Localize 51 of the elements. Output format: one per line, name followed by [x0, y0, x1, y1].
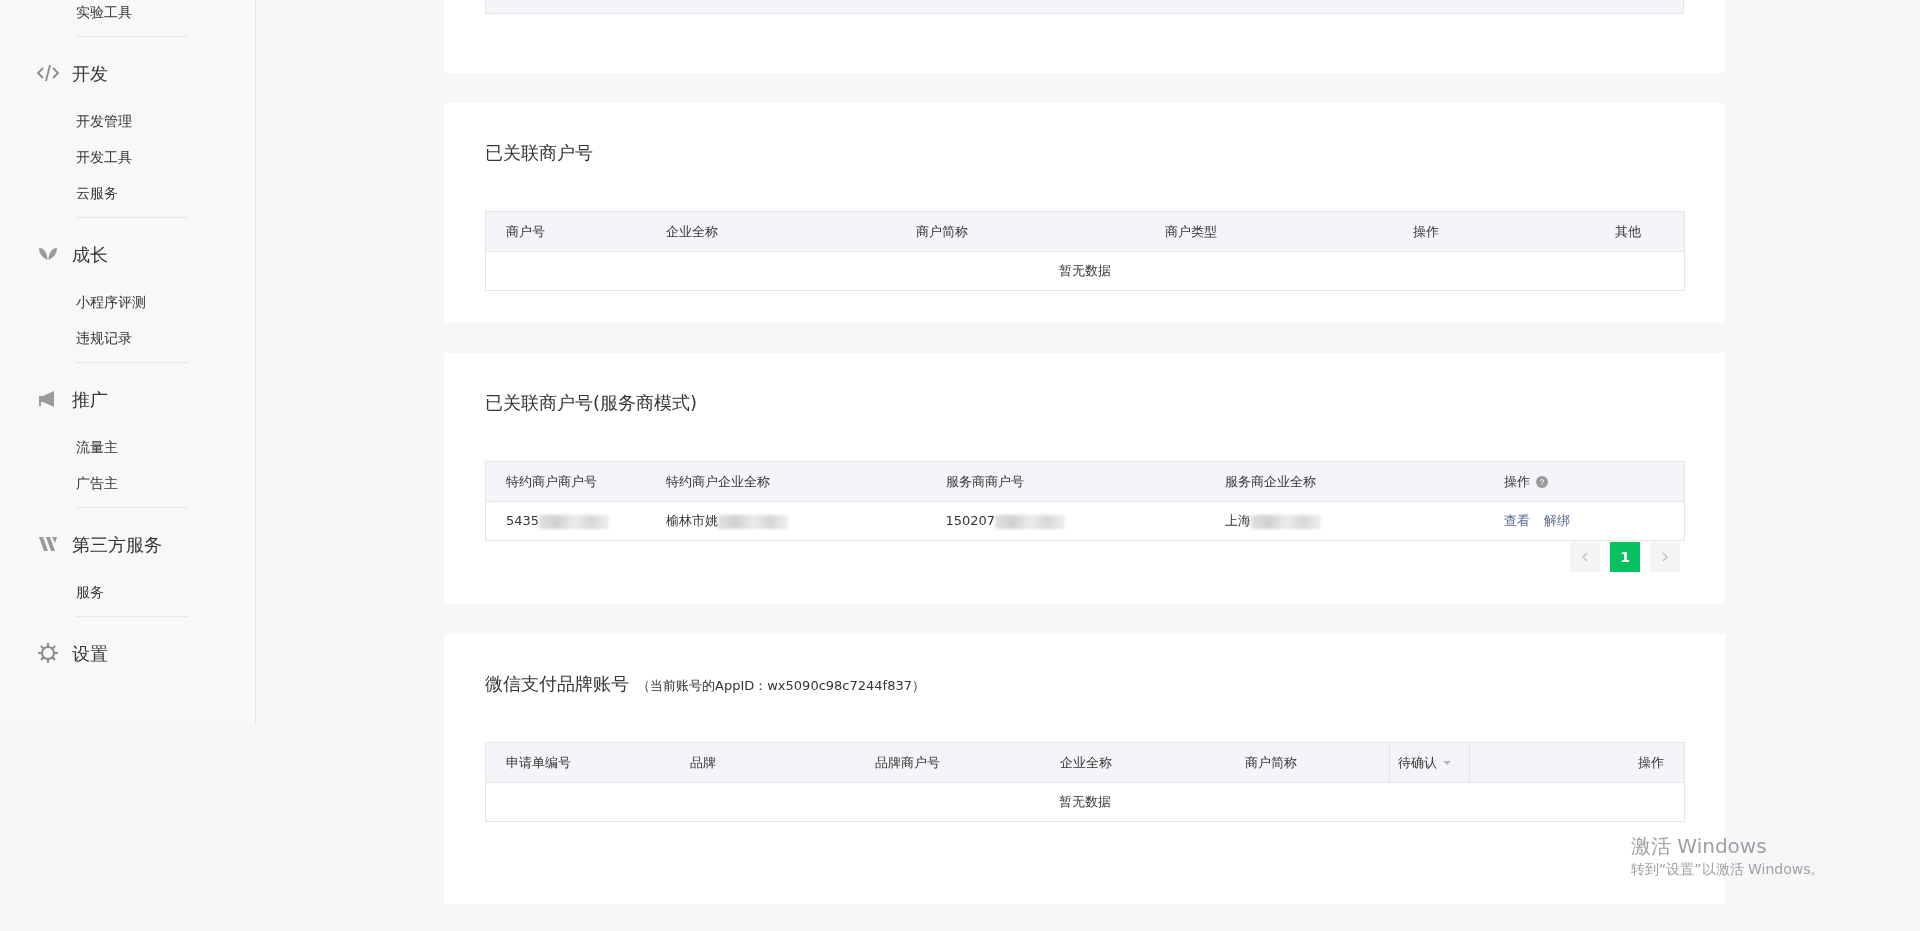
- sidebar-item[interactable]: 实验工具: [76, 0, 255, 30]
- section-title: 已关联商户号: [485, 141, 593, 165]
- help-icon[interactable]: [1535, 476, 1548, 489]
- sidebar-item[interactable]: 开发工具: [76, 139, 255, 175]
- section-title: 已关联商户号(服务商模式): [485, 391, 698, 415]
- nav-group-title[interactable]: 第三方服务: [72, 530, 162, 558]
- table-cell: 5435: [506, 513, 540, 529]
- nav-group-title[interactable]: 开发: [72, 59, 108, 87]
- sidebar-item[interactable]: 云服务: [76, 175, 255, 211]
- column-header: 操作: [1638, 754, 1664, 770]
- sidebar-item[interactable]: 违规记录: [76, 320, 255, 356]
- section-title: 微信支付品牌账号: [485, 672, 629, 696]
- column-header: 商户类型: [1164, 223, 1217, 239]
- chevron-right-icon: [1662, 552, 1668, 562]
- column-header: 申请单编号: [506, 754, 571, 770]
- sidebar-item[interactable]: 开发管理: [76, 103, 255, 139]
- sidebar-item[interactable]: 小程序评测: [76, 284, 255, 320]
- column-header: 其他: [1614, 223, 1641, 239]
- column-header: 企业全称: [1059, 754, 1112, 770]
- table-cell: 上海: [1224, 513, 1251, 529]
- column-header: 操作: [1503, 473, 1530, 489]
- column-header: 特约商户企业全称: [665, 473, 770, 489]
- activation-title: 激活 Windows: [1631, 833, 1768, 859]
- action-link[interactable]: 解绑: [1543, 513, 1570, 529]
- column-header: 服务商商户号: [945, 473, 1024, 489]
- column-header: 品牌: [689, 754, 716, 770]
- column-header: 商户号: [506, 223, 545, 239]
- chevron-left-icon: [1582, 552, 1588, 562]
- sidebar-item[interactable]: 流量主: [76, 429, 255, 465]
- sidebar-item[interactable]: 服务: [76, 574, 255, 610]
- activation-hint: 转到“设置”以激活 Windows。: [1631, 860, 1825, 879]
- app-id-note: （当前账号的AppID：wx5090c98c7244f837）: [637, 677, 925, 695]
- sidebar-item[interactable]: 广告主: [76, 465, 255, 501]
- empty-state-text: 暂无数据: [1059, 263, 1111, 279]
- caret-icon: [1443, 760, 1451, 765]
- sprout-icon: [39, 248, 57, 260]
- column-header: 商户简称: [915, 223, 968, 239]
- table-cell: 150207: [945, 513, 996, 529]
- column-header: 品牌商户号: [874, 754, 940, 770]
- column-header: 商户简称: [1244, 754, 1297, 770]
- gear-icon: [36, 641, 60, 665]
- table-cell: 榆林市姚: [665, 513, 718, 529]
- nav-group-title[interactable]: 成长: [72, 240, 108, 268]
- column-header: 操作: [1412, 223, 1439, 239]
- action-link[interactable]: 查看: [1503, 513, 1530, 529]
- nav-group-title[interactable]: 设置: [72, 639, 108, 667]
- nav-group-title[interactable]: 推广: [72, 385, 108, 413]
- column-header: 服务商企业全称: [1224, 473, 1316, 489]
- column-header: 企业全称: [665, 223, 718, 239]
- empty-state-text: 暂无数据: [1059, 794, 1111, 810]
- column-header: 特约商户商户号: [506, 473, 597, 489]
